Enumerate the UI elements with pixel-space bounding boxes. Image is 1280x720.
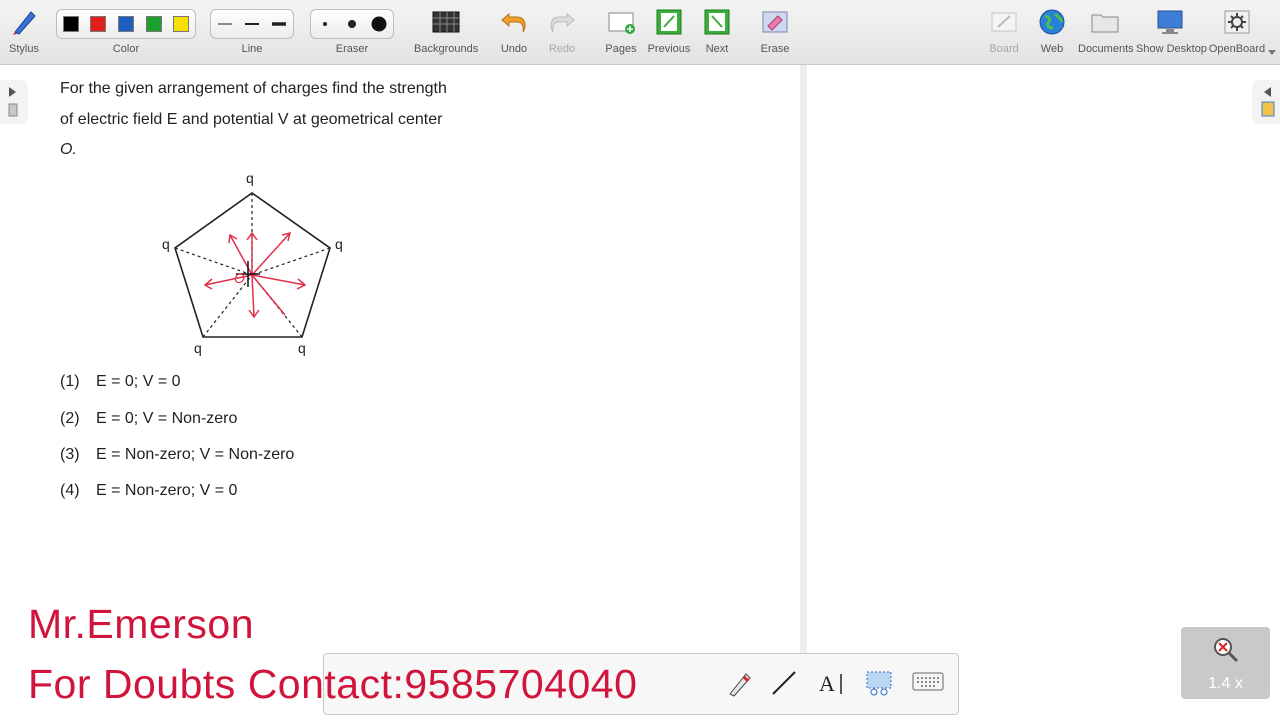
backgrounds-grid-icon xyxy=(432,11,460,33)
center-label: O xyxy=(234,270,245,286)
color-tool: Color xyxy=(56,0,196,64)
show-desktop-button[interactable]: Show Desktop xyxy=(1136,0,1207,64)
line-draw-icon[interactable] xyxy=(769,668,799,698)
color-yellow-swatch[interactable] xyxy=(173,16,190,32)
option-4: (4) E = Non-zero; V = 0 xyxy=(60,482,238,499)
pages-button[interactable]: Pages xyxy=(600,0,642,64)
erase-board-icon xyxy=(762,11,788,33)
previous-page-icon xyxy=(656,9,682,35)
add-page-icon xyxy=(608,12,635,34)
expand-left-icon xyxy=(1261,87,1275,117)
page-divider xyxy=(800,65,807,655)
color-blue-swatch[interactable] xyxy=(117,16,134,32)
line-thin-icon[interactable] xyxy=(216,19,234,29)
backgrounds-button[interactable]: Backgrounds xyxy=(414,0,478,64)
charge-label-top: q xyxy=(246,170,254,186)
text-tool-icon[interactable]: A xyxy=(817,668,849,698)
previous-page-button[interactable]: Previous xyxy=(646,0,692,64)
zoom-indicator[interactable]: 1.4 x xyxy=(1181,627,1270,699)
eraser-medium-icon[interactable] xyxy=(343,15,361,33)
undo-arrow-icon xyxy=(501,12,526,33)
charge-label-right: q xyxy=(335,236,343,252)
color-black-swatch[interactable] xyxy=(62,16,79,32)
contact-line: For Doubts Contact:9585704040 xyxy=(28,661,638,707)
field-arrows-annotation xyxy=(203,231,307,319)
documents-button[interactable]: Documents xyxy=(1078,0,1134,64)
zoom-level: 1.4 x xyxy=(1208,675,1243,692)
expand-right-icon xyxy=(8,87,18,117)
stylus-icon xyxy=(13,11,36,35)
right-palette-toggle[interactable] xyxy=(1252,80,1280,124)
eraser-size-options xyxy=(310,9,394,39)
board-icon xyxy=(991,12,1017,32)
redo-button[interactable]: Redo xyxy=(542,0,582,64)
question-line-1: For the given arrangement of charges fin… xyxy=(60,80,447,97)
openboard-menu-button[interactable]: OpenBoard xyxy=(1208,0,1266,64)
capture-icon[interactable] xyxy=(864,668,894,698)
option-1: (1) E = 0; V = 0 xyxy=(60,373,181,390)
line-tool: Line xyxy=(210,0,294,64)
color-red-swatch[interactable] xyxy=(90,16,107,32)
eraser-small-icon[interactable] xyxy=(316,15,334,33)
web-button[interactable]: Web xyxy=(1032,0,1072,64)
globe-icon xyxy=(1039,9,1065,35)
redo-arrow-icon xyxy=(550,12,575,33)
chevron-down-icon[interactable] xyxy=(1268,50,1276,56)
color-swatches xyxy=(56,9,196,39)
monitor-icon xyxy=(1157,10,1183,34)
svg-text:A: A xyxy=(819,671,835,696)
color-green-swatch[interactable] xyxy=(145,16,162,32)
folder-icon xyxy=(1091,14,1119,33)
zoom-magnifier-icon xyxy=(1214,638,1239,663)
question-line-3: O. xyxy=(60,141,77,158)
question-line-2: of electric field E and potential V at g… xyxy=(60,111,443,128)
charge-label-left: q xyxy=(162,236,170,252)
pentagon-charge-diagram: O q q q q q xyxy=(162,170,343,356)
undo-button[interactable]: Undo xyxy=(494,0,534,64)
charge-label-bottom-left: q xyxy=(194,340,202,356)
option-2: (2) E = 0; V = Non-zero xyxy=(60,410,238,427)
line-medium-icon[interactable] xyxy=(243,19,261,29)
charge-label-bottom-right: q xyxy=(298,340,306,356)
gear-icon xyxy=(1224,10,1250,34)
left-palette-toggle[interactable] xyxy=(0,80,28,124)
top-toolbar: Stylus Color Line Eraser Backgrounds Und… xyxy=(0,0,1280,65)
erase-button[interactable]: Erase xyxy=(754,0,796,64)
eraser-large-icon[interactable] xyxy=(370,15,388,33)
eraser-tool: Eraser xyxy=(310,0,394,64)
presenter-name: Mr.Emerson xyxy=(28,601,254,647)
option-3: (3) E = Non-zero; V = Non-zero xyxy=(60,446,295,463)
line-thick-icon[interactable] xyxy=(270,19,288,29)
board-button[interactable]: Board xyxy=(984,0,1024,64)
next-page-button[interactable]: Next xyxy=(696,0,738,64)
keyboard-icon[interactable] xyxy=(912,670,944,694)
next-page-icon xyxy=(704,9,730,35)
line-width-options xyxy=(210,9,294,39)
pen-icon[interactable] xyxy=(724,668,754,698)
stylus-tool[interactable]: Stylus xyxy=(4,0,44,64)
